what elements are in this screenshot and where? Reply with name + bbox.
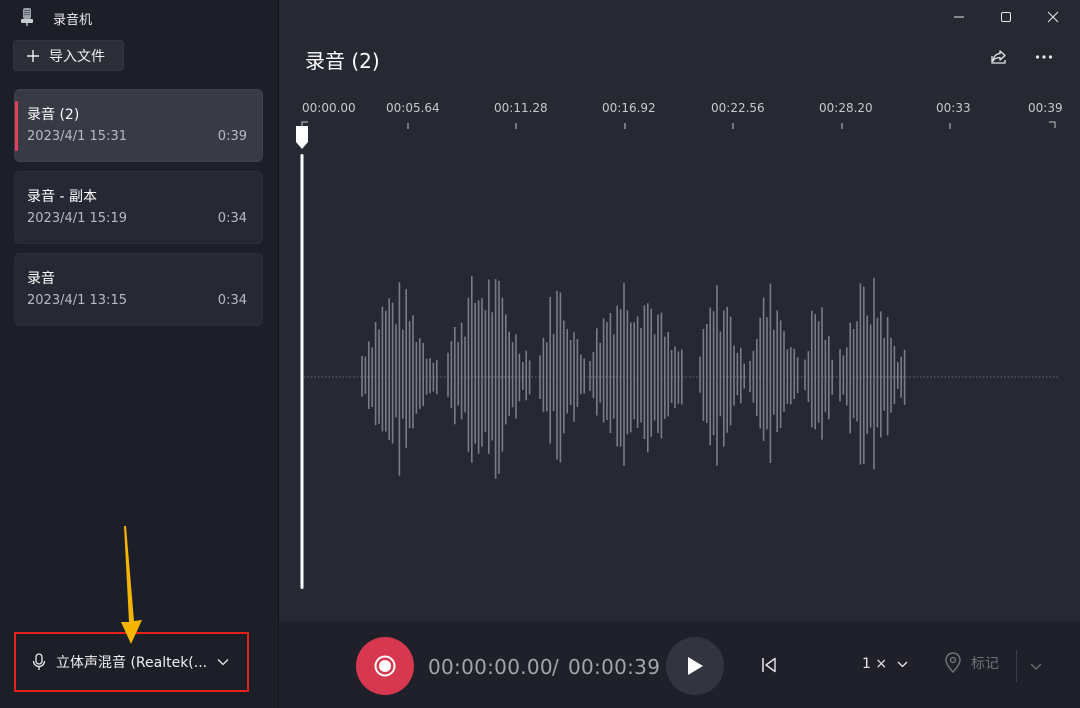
minimize-icon	[954, 16, 964, 18]
playback-speed-label: 1 ×	[862, 656, 888, 672]
recording-item-1[interactable]: 录音 (2) 2023/4/1 15:31 0:39	[14, 89, 263, 162]
selection-indicator	[15, 101, 18, 151]
skip-back-icon	[762, 657, 776, 673]
timeline-tick-label: 00:05.64	[386, 101, 440, 115]
timeline-tick-label: 00:11.28	[494, 101, 548, 115]
chevron-down-icon	[897, 661, 908, 667]
timeline-tick-label: 00:28.20	[819, 101, 873, 115]
annotation-arrow-icon	[121, 526, 142, 644]
record-icon	[374, 655, 396, 677]
chevron-down-icon	[217, 659, 229, 666]
recording-date: 2023/4/1 13:15	[27, 293, 127, 308]
more-icon	[1035, 55, 1053, 59]
timeline-tick-label: 00:00.00	[302, 101, 356, 115]
recording-name: 录音 (2)	[27, 107, 80, 123]
divider	[1016, 650, 1017, 682]
playhead-handle[interactable]	[294, 126, 310, 591]
location-pin-icon	[945, 652, 961, 674]
timeline-ruler	[301, 121, 1056, 129]
recording-name: 录音	[27, 271, 55, 287]
recording-item-2[interactable]: 录音 - 副本 2023/4/1 15:19 0:34	[14, 171, 263, 244]
timeline-tick-label: 00:16.92	[602, 101, 656, 115]
add-marker-button[interactable]: 标记	[943, 652, 999, 674]
sidebar: 录音机 导入文件 录音 (2) 2023/4/1 15:31 0:39 录音 -…	[0, 0, 279, 708]
more-options-button[interactable]	[1032, 45, 1056, 69]
add-marker-label: 标记	[971, 656, 999, 672]
close-icon	[1047, 11, 1059, 23]
import-file-label: 导入文件	[49, 48, 105, 65]
recording-duration: 0:34	[217, 293, 247, 308]
share-icon	[991, 50, 1006, 64]
recording-title: 录音 (2)	[305, 49, 380, 73]
recording-name: 录音 - 副本	[27, 189, 97, 205]
input-device-label: 立体声混音 (Realtek(...	[56, 655, 208, 671]
record-button[interactable]	[356, 637, 414, 695]
waveform[interactable]	[300, 260, 1070, 510]
import-file-button[interactable]: 导入文件	[13, 40, 124, 71]
maximize-button[interactable]	[983, 4, 1029, 30]
recording-duration: 0:34	[217, 211, 247, 226]
playback-speed-selector[interactable]: 1 ×	[862, 656, 908, 672]
recording-date: 2023/4/1 15:31	[27, 129, 127, 144]
close-button[interactable]	[1030, 4, 1076, 30]
timeline-tick-label: 00:22.56	[711, 101, 765, 115]
app-title: 录音机	[53, 13, 93, 28]
recording-date: 2023/4/1 15:19	[27, 211, 127, 226]
microphone-app-icon	[21, 8, 33, 26]
maximize-icon	[1001, 12, 1011, 22]
time-separator: /	[552, 655, 559, 679]
total-time: 00:00:39	[568, 655, 661, 679]
recording-item-3[interactable]: 录音 2023/4/1 13:15 0:34	[14, 253, 263, 326]
recording-duration: 0:39	[217, 129, 247, 144]
microphone-icon	[32, 653, 46, 670]
plus-icon	[27, 49, 39, 62]
current-time: 00:00:00.00	[428, 655, 553, 679]
skip-to-start-button[interactable]	[760, 656, 778, 674]
chevron-down-icon[interactable]	[1028, 658, 1044, 674]
timeline-tick-label: 00:39	[1028, 101, 1063, 115]
timeline-tick-label: 00:33	[936, 101, 971, 115]
share-button[interactable]	[987, 45, 1011, 69]
play-button[interactable]	[666, 637, 724, 695]
minimize-button[interactable]	[936, 4, 982, 30]
play-icon	[688, 657, 703, 675]
